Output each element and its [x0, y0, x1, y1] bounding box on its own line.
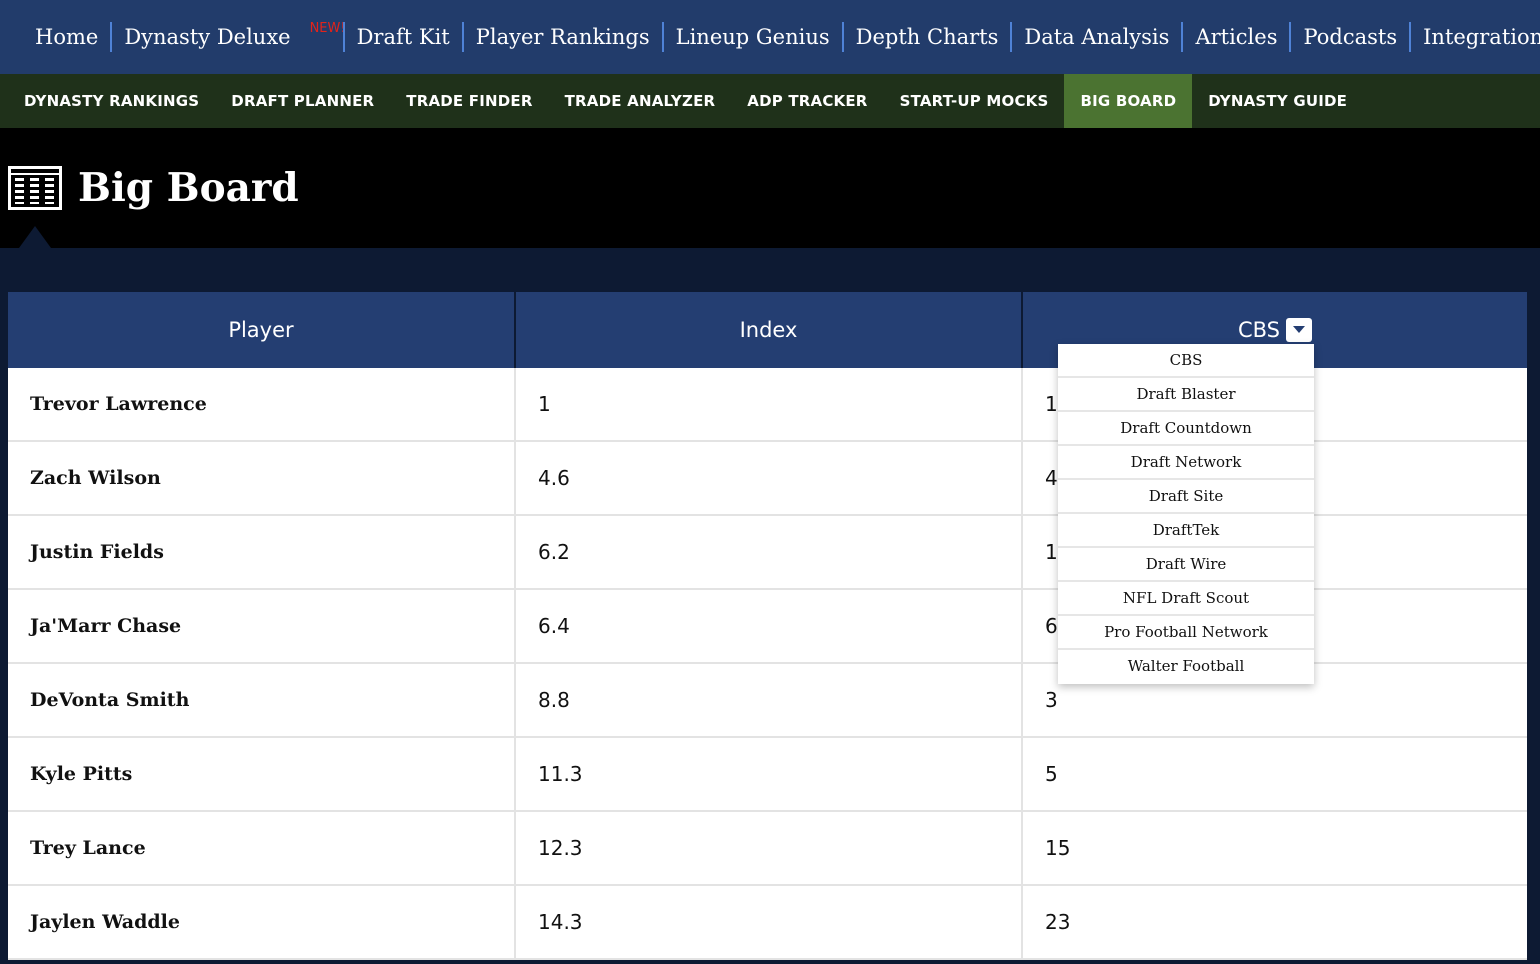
player-name[interactable]: Justin Fields	[8, 516, 514, 588]
nav-label: Podcasts	[1303, 25, 1398, 49]
nav-label: Draft Kit	[356, 25, 450, 49]
nav-integration[interactable]: Integration	[1409, 22, 1540, 52]
subnav-dynasty-rankings[interactable]: DYNASTY RANKINGS	[8, 74, 215, 128]
nav-dynasty-deluxe[interactable]: Dynasty Deluxe NEW!	[110, 21, 346, 52]
nav-home[interactable]: Home	[0, 22, 110, 52]
chevron-down-icon	[1293, 326, 1306, 333]
player-name[interactable]: Trevor Lawrence	[8, 368, 514, 440]
sub-nav: DYNASTY RANKINGS DRAFT PLANNER TRADE FIN…	[0, 74, 1540, 128]
nav-draft-kit[interactable]: Draft Kit	[342, 22, 462, 52]
page-title: Big Board	[78, 165, 299, 211]
source-rank: 23	[1021, 886, 1527, 958]
nav-articles[interactable]: Articles	[1181, 22, 1289, 52]
subnav-trade-analyzer[interactable]: TRADE ANALYZER	[549, 74, 732, 128]
player-name[interactable]: Ja'Marr Chase	[8, 590, 514, 662]
index-value: 1	[514, 368, 1021, 440]
source-option-draft-countdown[interactable]: Draft Countdown	[1058, 412, 1314, 446]
subnav-trade-finder[interactable]: TRADE FINDER	[390, 74, 548, 128]
new-badge: NEW!	[309, 21, 346, 36]
index-value: 12.3	[514, 812, 1021, 884]
nav-label: Home	[35, 25, 99, 49]
subnav-draft-planner[interactable]: DRAFT PLANNER	[215, 74, 390, 128]
nav-lineup-genius[interactable]: Lineup Genius	[661, 22, 842, 52]
nav-data-analysis[interactable]: Data Analysis	[1010, 22, 1181, 52]
nav-label: Integration	[1423, 25, 1540, 49]
top-nav: Home Dynasty Deluxe NEW! Draft Kit Player…	[0, 0, 1540, 74]
big-board-icon	[8, 166, 62, 210]
header-notch	[19, 226, 51, 248]
subnav-adp-tracker[interactable]: ADP TRACKER	[731, 74, 883, 128]
table-row[interactable]: Kyle Pitts 11.3 5	[8, 738, 1527, 812]
player-name[interactable]: Jaylen Waddle	[8, 886, 514, 958]
player-name[interactable]: Trey Lance	[8, 812, 514, 884]
index-value: 6.4	[514, 590, 1021, 662]
player-name[interactable]: Kyle Pitts	[8, 738, 514, 810]
subnav-start-up-mocks[interactable]: START-UP MOCKS	[884, 74, 1065, 128]
nav-label: Dynasty Deluxe	[124, 25, 291, 49]
index-value: 8.8	[514, 664, 1021, 736]
source-select-label: CBS	[1237, 318, 1281, 342]
source-rank: 5	[1021, 738, 1527, 810]
nav-label: Lineup Genius	[675, 25, 830, 49]
source-option-pro-football-network[interactable]: Pro Football Network	[1058, 616, 1314, 650]
source-rank: 15	[1021, 812, 1527, 884]
source-option-draft-network[interactable]: Draft Network	[1058, 446, 1314, 480]
source-option-nfl-draft-scout[interactable]: NFL Draft Scout	[1058, 582, 1314, 616]
player-name[interactable]: Zach Wilson	[8, 442, 514, 514]
source-dropdown-menu: CBS Draft Blaster Draft Countdown Draft …	[1058, 344, 1314, 684]
nav-podcasts[interactable]: Podcasts	[1289, 22, 1409, 52]
source-option-draft-wire[interactable]: Draft Wire	[1058, 548, 1314, 582]
player-name[interactable]: DeVonta Smith	[8, 664, 514, 736]
nav-label: Player Rankings	[475, 25, 650, 49]
index-value: 6.2	[514, 516, 1021, 588]
nav-depth-charts[interactable]: Depth Charts	[841, 22, 1011, 52]
source-option-cbs[interactable]: CBS	[1058, 344, 1314, 378]
source-option-draft-blaster[interactable]: Draft Blaster	[1058, 378, 1314, 412]
header-player[interactable]: Player	[8, 292, 514, 368]
source-option-walter-football[interactable]: Walter Football	[1058, 650, 1314, 684]
source-option-drafttek[interactable]: DraftTek	[1058, 514, 1314, 548]
index-value: 4.6	[514, 442, 1021, 514]
source-dropdown-toggle[interactable]	[1286, 318, 1313, 342]
nav-label: Articles	[1195, 25, 1278, 49]
table-row[interactable]: Jaylen Waddle 14.3 23	[8, 886, 1527, 960]
nav-label: Depth Charts	[855, 25, 999, 49]
header-index[interactable]: Index	[514, 292, 1021, 368]
nav-player-rankings[interactable]: Player Rankings	[461, 22, 662, 52]
index-value: 11.3	[514, 738, 1021, 810]
subnav-big-board[interactable]: BIG BOARD	[1064, 74, 1193, 128]
nav-label: Data Analysis	[1024, 25, 1170, 49]
source-option-draft-site[interactable]: Draft Site	[1058, 480, 1314, 514]
table-row[interactable]: Trey Lance 12.3 15	[8, 812, 1527, 886]
index-value: 14.3	[514, 886, 1021, 958]
subnav-dynasty-guide[interactable]: DYNASTY GUIDE	[1192, 74, 1363, 128]
